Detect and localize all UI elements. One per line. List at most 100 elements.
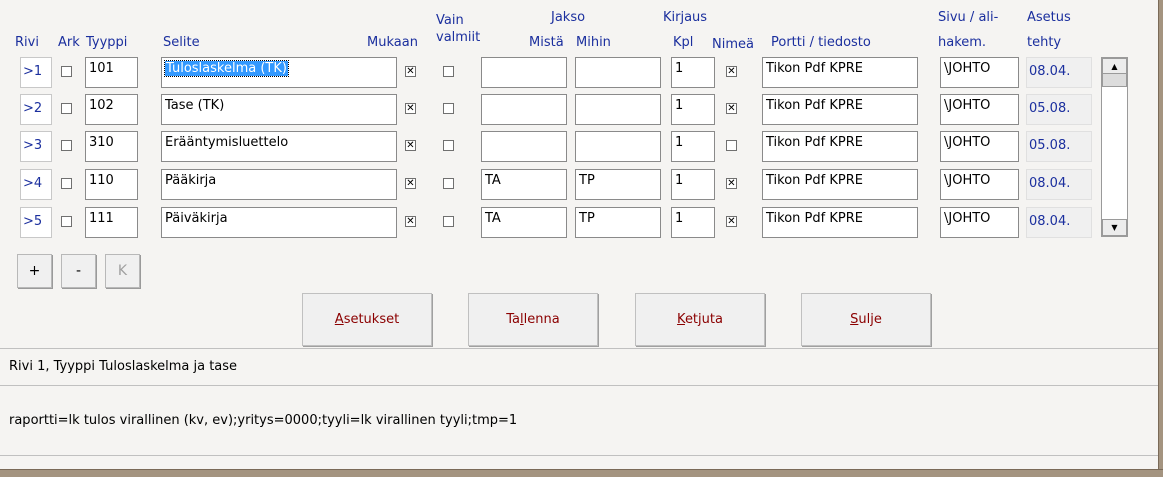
mihin-field[interactable] xyxy=(575,131,661,162)
mihin-field[interactable]: TP xyxy=(575,169,661,200)
sulje-button[interactable]: Sulje xyxy=(801,293,931,346)
sivu-field[interactable]: \JOHTO xyxy=(940,57,1019,88)
scroll-thumb[interactable] xyxy=(1102,73,1127,87)
mnemonic: K xyxy=(677,312,685,327)
nimea-checkbox-checked[interactable]: ✕ xyxy=(726,216,737,227)
ark-checkbox[interactable] xyxy=(61,216,72,227)
header-kirjaus: Kirjaus xyxy=(663,10,708,25)
divider xyxy=(0,385,1158,386)
button-label: lenna xyxy=(523,312,560,327)
button-label: setukset xyxy=(343,312,400,327)
header-rivi: Rivi xyxy=(15,35,39,50)
mista-field[interactable]: TA xyxy=(481,207,567,238)
vertical-scrollbar[interactable]: ▲ ▼ xyxy=(1101,57,1128,237)
header-tehty: tehty xyxy=(1027,35,1062,50)
header-valmiit: valmiit xyxy=(436,30,481,45)
row-number[interactable]: >3 xyxy=(20,131,52,162)
ark-checkbox[interactable] xyxy=(61,140,72,151)
nimea-checkbox-checked[interactable]: ✕ xyxy=(726,66,737,77)
window-frame-bottom xyxy=(0,469,1163,477)
kpl-field[interactable]: 1 xyxy=(671,207,715,238)
kpl-field[interactable]: 1 xyxy=(671,131,715,162)
mista-field[interactable]: TA xyxy=(481,169,567,200)
k-button[interactable]: K xyxy=(105,254,140,288)
kpl-field[interactable]: 1 xyxy=(671,57,715,88)
vain-valmiit-checkbox[interactable] xyxy=(443,216,454,227)
tyyppi-field[interactable]: 101 xyxy=(85,57,138,88)
window-frame-right xyxy=(1158,0,1163,477)
header-portti: Portti / tiedosto xyxy=(771,35,871,50)
sivu-field[interactable]: \JOHTO xyxy=(940,169,1019,200)
header-nimea: Nimeä xyxy=(712,37,754,52)
header-vain: Vain xyxy=(436,13,464,28)
nimea-checkbox-checked[interactable]: ✕ xyxy=(726,178,737,189)
row-number[interactable]: >5 xyxy=(20,207,52,238)
asetus-tehty-value: 08.04. xyxy=(1026,57,1092,88)
add-row-button[interactable]: + xyxy=(17,254,52,288)
selite-field[interactable]: Tase (TK) xyxy=(161,94,397,125)
button-label: ulje xyxy=(858,312,882,327)
mukaan-checkbox-checked[interactable]: ✕ xyxy=(405,216,416,227)
selite-field[interactable]: Erääntymisluettelo xyxy=(161,131,397,162)
sivu-field[interactable]: \JOHTO xyxy=(940,131,1019,162)
divider xyxy=(0,348,1158,349)
ark-checkbox[interactable] xyxy=(61,66,72,77)
tallenna-button[interactable]: Tallenna xyxy=(468,293,598,346)
portti-field[interactable]: Tikon Pdf KPRE xyxy=(762,94,918,125)
header-ark: Ark xyxy=(58,35,80,50)
header-mukaan: Mukaan xyxy=(367,35,418,50)
tyyppi-field[interactable]: 111 xyxy=(85,207,138,238)
scroll-down-arrow-icon[interactable]: ▼ xyxy=(1102,219,1127,236)
mista-field[interactable] xyxy=(481,131,567,162)
mihin-field[interactable] xyxy=(575,57,661,88)
row-number[interactable]: >4 xyxy=(20,169,52,200)
nimea-checkbox[interactable] xyxy=(726,140,737,151)
divider xyxy=(0,455,1158,456)
portti-field[interactable]: Tikon Pdf KPRE xyxy=(762,169,918,200)
selected-text: Tuloslaskelma (TK) xyxy=(164,60,289,77)
vain-valmiit-checkbox[interactable] xyxy=(443,103,454,114)
row-number[interactable]: >2 xyxy=(20,94,52,125)
vain-valmiit-checkbox[interactable] xyxy=(443,178,454,189)
kpl-field[interactable]: 1 xyxy=(671,169,715,200)
vain-valmiit-checkbox[interactable] xyxy=(443,140,454,151)
selite-field[interactable]: Pääkirja xyxy=(161,169,397,200)
selite-field[interactable]: Päiväkirja xyxy=(161,207,397,238)
header-mista: Mistä xyxy=(529,35,564,50)
tyyppi-field[interactable]: 310 xyxy=(85,131,138,162)
mista-field[interactable] xyxy=(481,94,567,125)
header-asetus: Asetus xyxy=(1027,10,1071,25)
status-line: Rivi 1, Tyyppi Tuloslaskelma ja tase xyxy=(9,359,238,374)
mukaan-checkbox-checked[interactable]: ✕ xyxy=(405,66,416,77)
portti-field[interactable]: Tikon Pdf KPRE xyxy=(762,57,918,88)
ark-checkbox[interactable] xyxy=(61,103,72,114)
asetus-tehty-value: 08.04. xyxy=(1026,169,1092,200)
header-kpl: Kpl xyxy=(673,35,694,50)
asetukset-button[interactable]: Asetukset xyxy=(302,293,432,346)
ketjuta-button[interactable]: Ketjuta xyxy=(635,293,765,346)
header-tyyppi: Tyyppi xyxy=(86,35,128,50)
tyyppi-field[interactable]: 102 xyxy=(85,94,138,125)
header-jakso: Jakso xyxy=(551,10,586,25)
remove-row-button[interactable]: - xyxy=(61,254,96,288)
header-hakem: hakem. xyxy=(938,35,987,50)
mihin-field[interactable]: TP xyxy=(575,207,661,238)
tyyppi-field[interactable]: 110 xyxy=(85,169,138,200)
mukaan-checkbox-checked[interactable]: ✕ xyxy=(405,140,416,151)
row-number[interactable]: >1 xyxy=(20,57,52,88)
vain-valmiit-checkbox[interactable] xyxy=(443,66,454,77)
kpl-field[interactable]: 1 xyxy=(671,94,715,125)
sivu-field[interactable]: \JOHTO xyxy=(940,94,1019,125)
portti-field[interactable]: Tikon Pdf KPRE xyxy=(762,131,918,162)
mihin-field[interactable] xyxy=(575,94,661,125)
portti-field[interactable]: Tikon Pdf KPRE xyxy=(762,207,918,238)
mukaan-checkbox-checked[interactable]: ✕ xyxy=(405,178,416,189)
mista-field[interactable] xyxy=(481,57,567,88)
sivu-field[interactable]: \JOHTO xyxy=(940,207,1019,238)
nimea-checkbox-checked[interactable]: ✕ xyxy=(726,103,737,114)
selite-field[interactable]: Tuloslaskelma (TK) xyxy=(161,57,397,88)
mukaan-checkbox-checked[interactable]: ✕ xyxy=(405,103,416,114)
header-mihin: Mihin xyxy=(576,35,611,50)
ark-checkbox[interactable] xyxy=(61,178,72,189)
params-line: raportti=lk tulos virallinen (kv, ev);yr… xyxy=(9,413,518,428)
